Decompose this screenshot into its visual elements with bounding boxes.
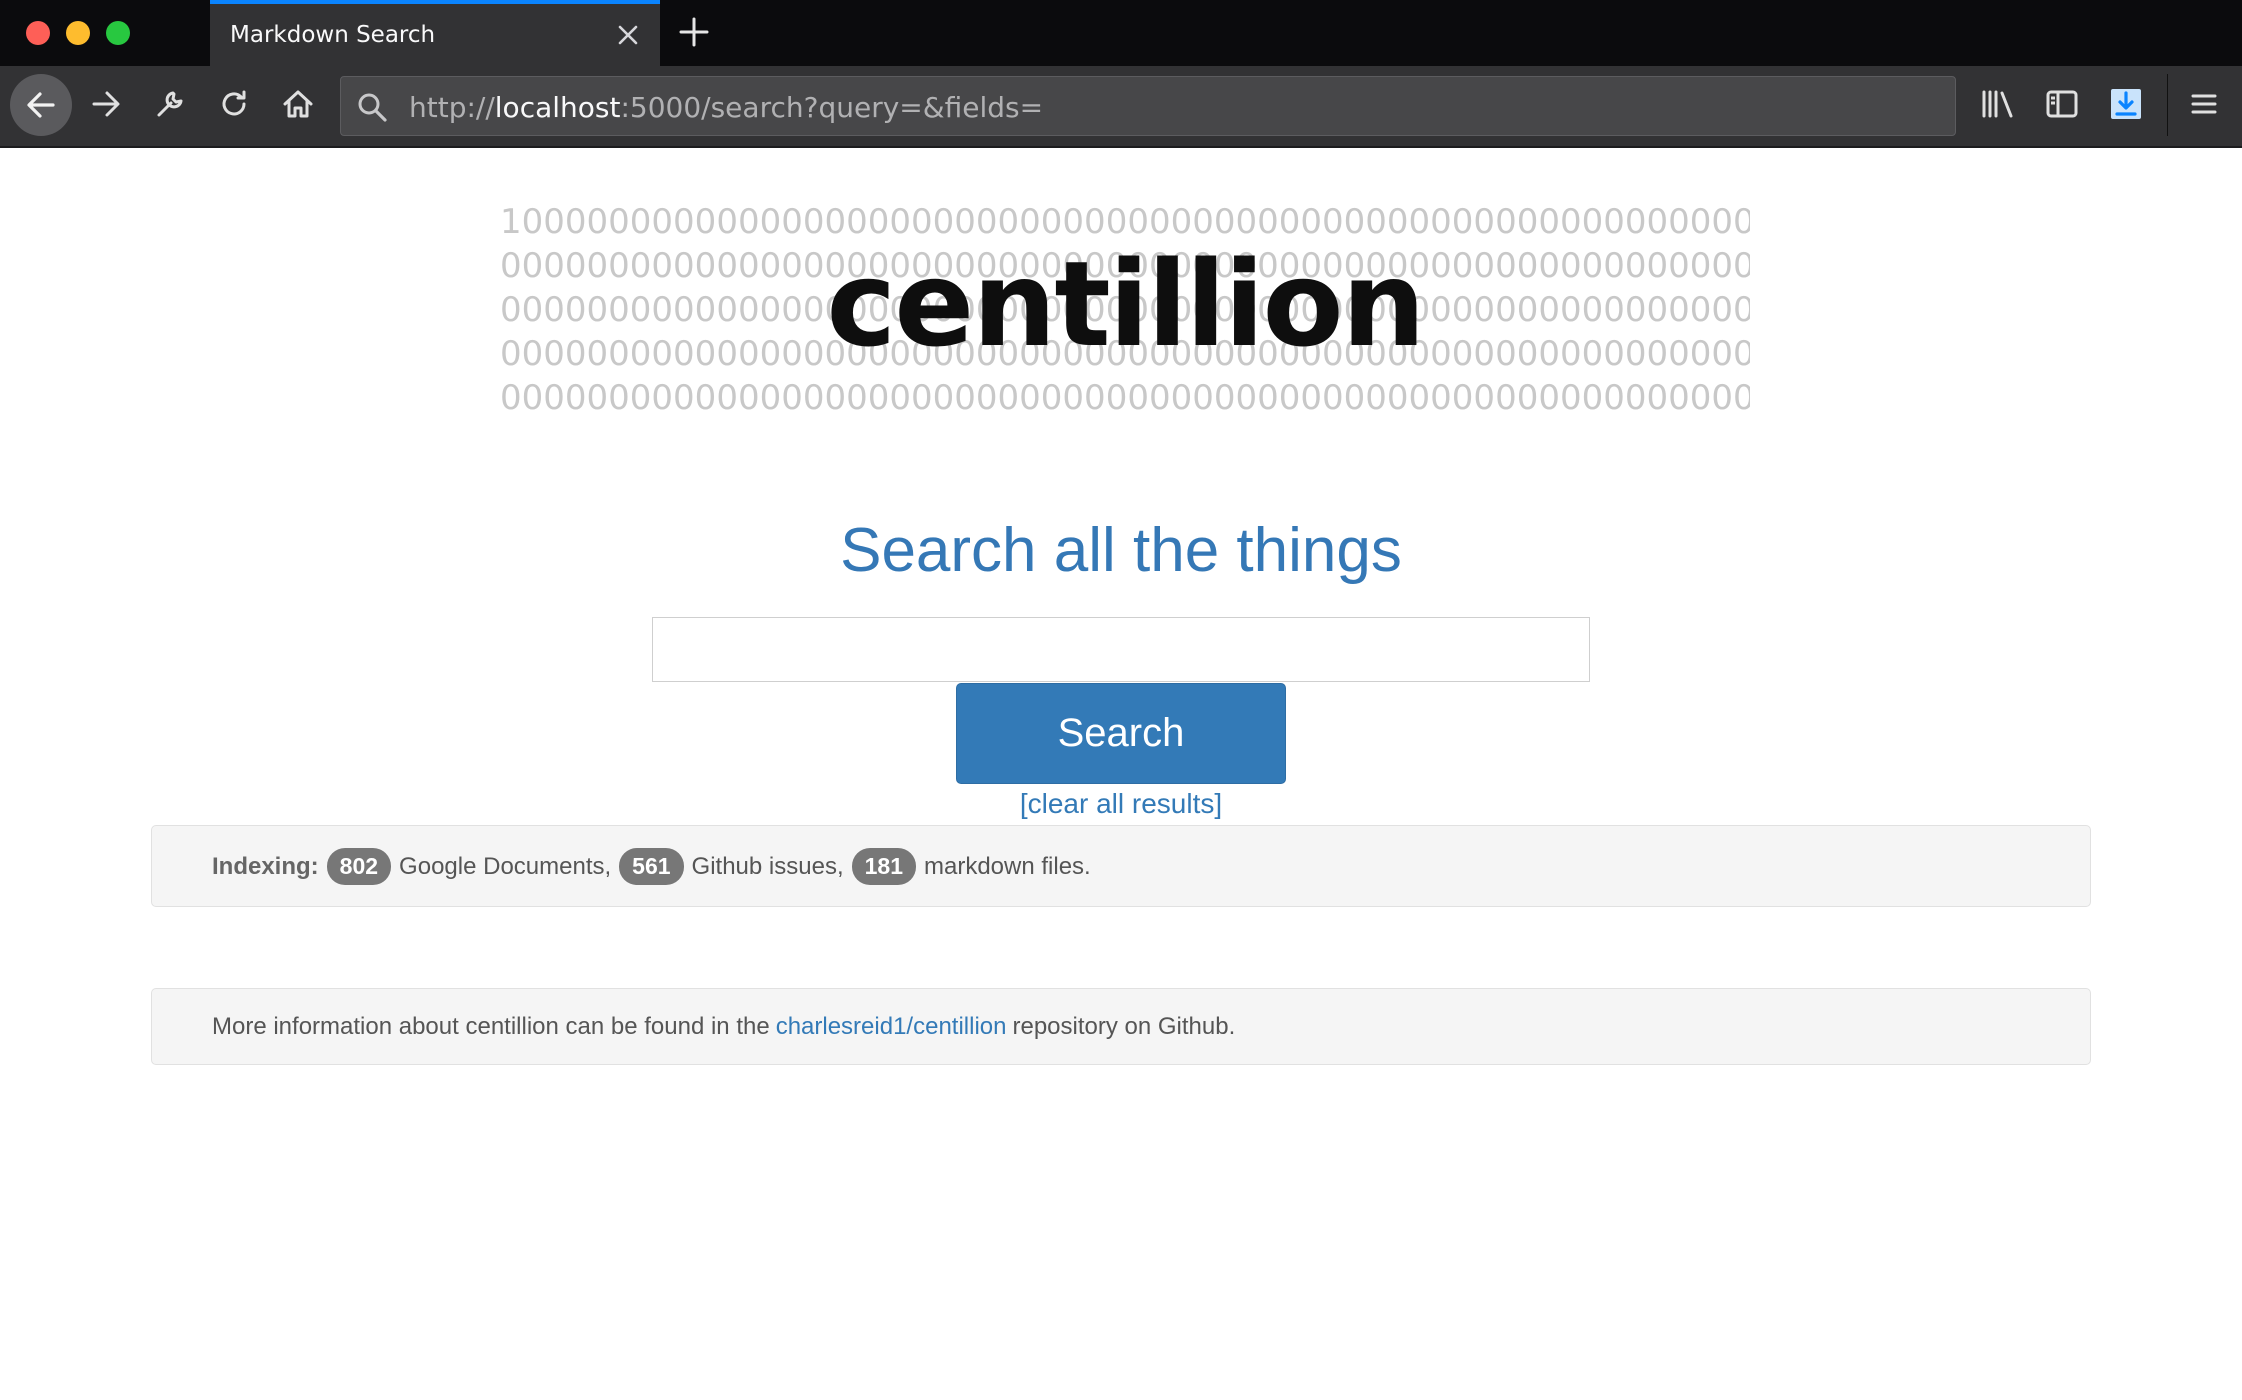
github-issues-label: Github issues, <box>691 852 844 880</box>
google-docs-label: Google Documents, <box>399 852 612 880</box>
github-issues-count-badge: 561 <box>619 848 684 885</box>
info-panel: More information about centillion can be… <box>151 988 2091 1065</box>
url-text: http://localhost:5000/search?query=&fiel… <box>409 91 1044 124</box>
new-tab-plus-icon[interactable] <box>676 14 712 50</box>
search-icon <box>355 90 389 124</box>
browser-toolbar: http://localhost:5000/search?query=&fiel… <box>0 66 2242 148</box>
info-row: More information about centillion can be… <box>212 1013 1235 1041</box>
indexing-stats-panel: Indexing: 802 Google Documents, 561 Gith… <box>151 825 2091 907</box>
forward-button[interactable] <box>80 78 132 130</box>
toolbar-separator <box>2167 74 2168 136</box>
window-titlebar: Markdown Search <box>0 0 2242 66</box>
clear-results-link: [clear all results] <box>0 788 2242 820</box>
sidebar-icon <box>2046 90 2078 118</box>
library-button[interactable] <box>1972 78 2024 130</box>
download-icon <box>2111 89 2141 119</box>
wrench-icon <box>157 91 183 117</box>
google-docs-count-badge: 802 <box>326 848 392 885</box>
indexing-label: Indexing: <box>212 852 319 880</box>
window-minimize-button[interactable] <box>66 21 90 45</box>
address-bar[interactable]: http://localhost:5000/search?query=&fiel… <box>340 76 1956 136</box>
home-button[interactable] <box>272 78 324 130</box>
logo-binary-line-5: 0000000000000000000000000000000000000000… <box>500 378 1750 418</box>
library-icon <box>1982 90 2013 118</box>
info-prefix-text: More information about centillion can be… <box>212 1013 770 1040</box>
tab-title: Markdown Search <box>230 22 436 48</box>
clear-all-results-link[interactable]: [clear all results] <box>1020 788 1222 819</box>
info-suffix-text: repository on Github. <box>1012 1013 1236 1040</box>
indexing-stats-row: Indexing: 802 Google Documents, 561 Gith… <box>212 848 1099 885</box>
menu-button[interactable] <box>2178 78 2230 130</box>
window-close-button[interactable] <box>26 21 50 45</box>
search-button[interactable]: Search <box>956 683 1286 784</box>
centillion-logo: 1000000000000000000000000000000000000000… <box>500 200 1750 420</box>
markdown-count-badge: 181 <box>851 848 916 885</box>
window-maximize-button[interactable] <box>106 21 130 45</box>
back-button[interactable] <box>10 74 72 136</box>
arrow-left-icon <box>27 92 55 118</box>
repository-link[interactable]: charlesreid1/centillion <box>776 1013 1007 1041</box>
home-icon <box>283 90 313 118</box>
arrow-right-icon <box>92 91 120 117</box>
sidebar-toggle-button[interactable] <box>2036 78 2088 130</box>
browser-tab-active[interactable]: Markdown Search <box>210 0 660 66</box>
tools-button[interactable] <box>144 78 196 130</box>
reload-icon <box>222 90 246 116</box>
hamburger-menu-icon <box>2191 94 2217 114</box>
logo-wordmark: centillion <box>826 235 1425 373</box>
search-input[interactable] <box>652 617 1590 682</box>
close-tab-icon[interactable] <box>614 21 642 49</box>
page-heading: Search all the things <box>840 516 1402 585</box>
markdown-files-label: markdown files. <box>923 852 1091 880</box>
downloads-button[interactable] <box>2100 78 2152 130</box>
reload-button[interactable] <box>208 78 260 130</box>
